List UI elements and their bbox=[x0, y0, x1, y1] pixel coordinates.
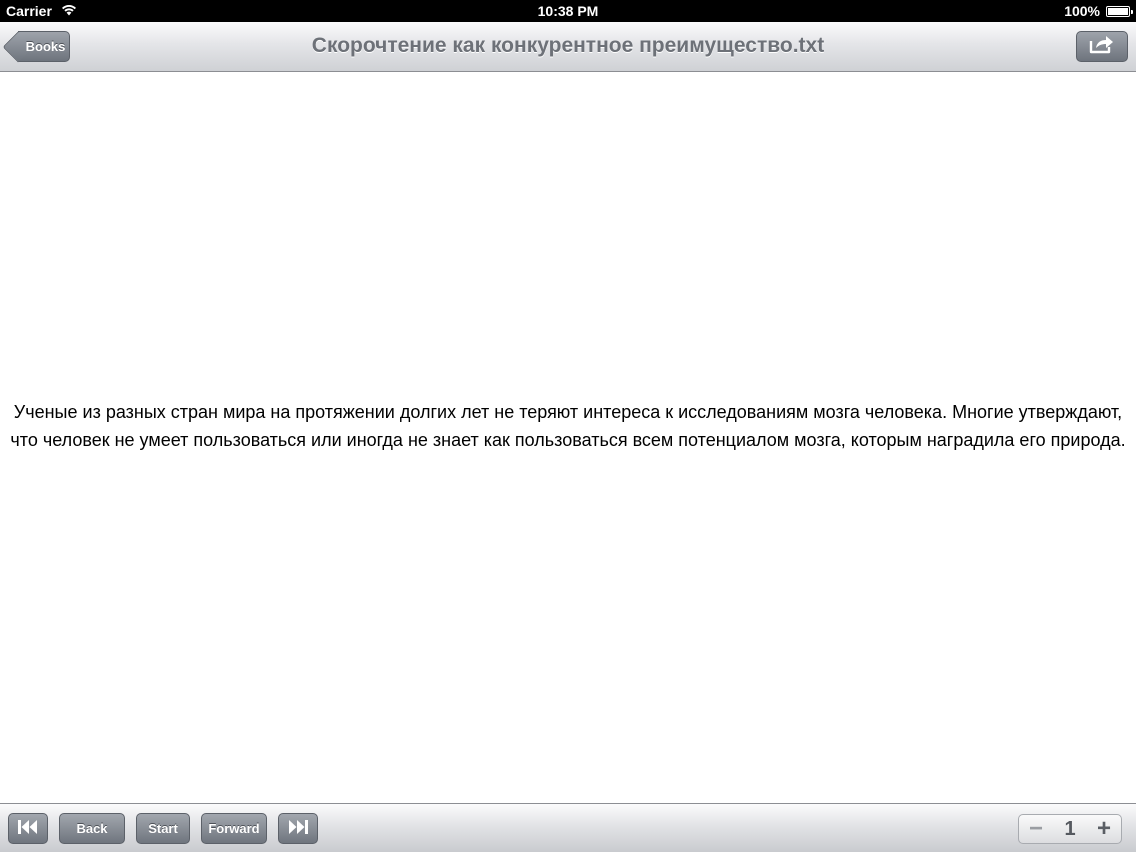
skip-to-first-icon bbox=[17, 819, 39, 838]
page-title: Скорочтение как конкурентное преимуществ… bbox=[311, 34, 825, 57]
decrement-button[interactable]: − bbox=[1029, 817, 1043, 841]
wifi-icon bbox=[60, 3, 78, 19]
page-stepper: − 1 + bbox=[1018, 814, 1122, 844]
status-right: 100% bbox=[1064, 3, 1133, 19]
status-left: Carrier bbox=[6, 3, 78, 19]
back-button[interactable]: Back bbox=[59, 813, 125, 844]
books-back-button[interactable]: Books bbox=[2, 31, 70, 63]
skip-to-last-button[interactable] bbox=[278, 813, 318, 844]
skip-to-first-button[interactable] bbox=[8, 813, 48, 844]
skip-to-last-icon bbox=[287, 819, 309, 838]
status-time: 10:38 PM bbox=[537, 3, 599, 19]
carrier-label: Carrier bbox=[6, 3, 52, 19]
navigation-bar: Books Скорочтение как конкурентное преим… bbox=[0, 22, 1136, 72]
battery-icon bbox=[1106, 5, 1133, 17]
forward-button[interactable]: Forward bbox=[201, 813, 267, 844]
books-back-label: Books bbox=[25, 39, 66, 54]
screen: Carrier 10:38 PM 100% Books Скорочтение … bbox=[0, 0, 1136, 852]
page-number: 1 bbox=[1064, 817, 1076, 840]
bottom-toolbar: Back Start Forward − 1 + bbox=[0, 803, 1136, 852]
battery-percent: 100% bbox=[1064, 3, 1100, 19]
book-text: Ученые из разных стран мира на протяжени… bbox=[10, 402, 1126, 450]
start-button[interactable]: Start bbox=[136, 813, 190, 844]
increment-button[interactable]: + bbox=[1097, 817, 1111, 841]
reader-content[interactable]: Ученые из разных стран мира на протяжени… bbox=[0, 72, 1136, 803]
share-icon bbox=[1089, 34, 1115, 59]
share-button[interactable] bbox=[1076, 31, 1128, 62]
status-bar: Carrier 10:38 PM 100% bbox=[0, 0, 1136, 22]
